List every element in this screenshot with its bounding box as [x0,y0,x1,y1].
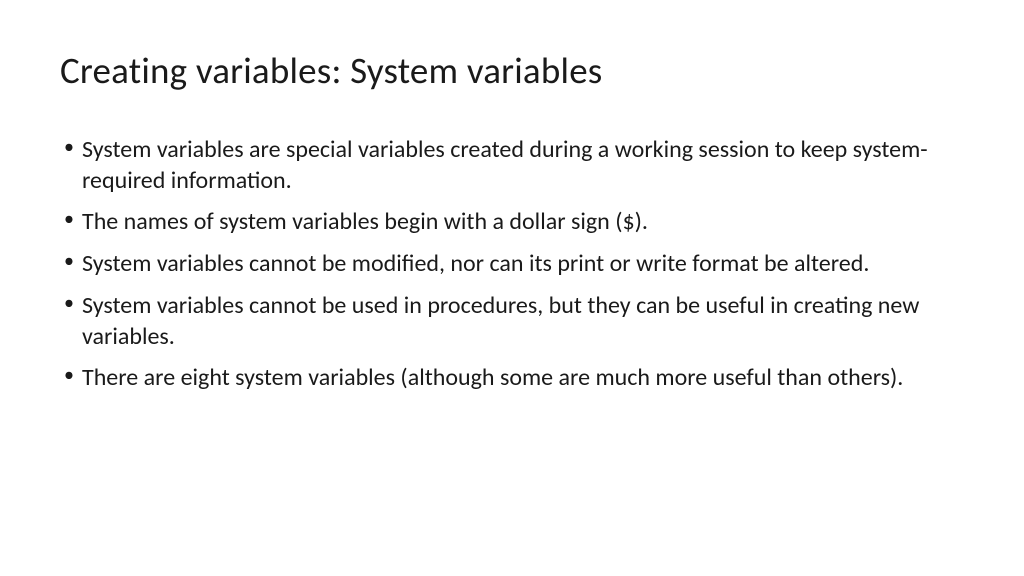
bullet-list: System variables are special variables c… [60,135,964,394]
bullet-item: The names of system variables begin with… [60,207,964,238]
bullet-item: There are eight system variables (althou… [60,363,964,394]
bullet-item: System variables are special variables c… [60,135,964,196]
bullet-item: System variables cannot be modified, nor… [60,249,964,280]
bullet-item: System variables cannot be used in proce… [60,291,964,352]
slide-title: Creating variables: System variables [60,48,964,93]
